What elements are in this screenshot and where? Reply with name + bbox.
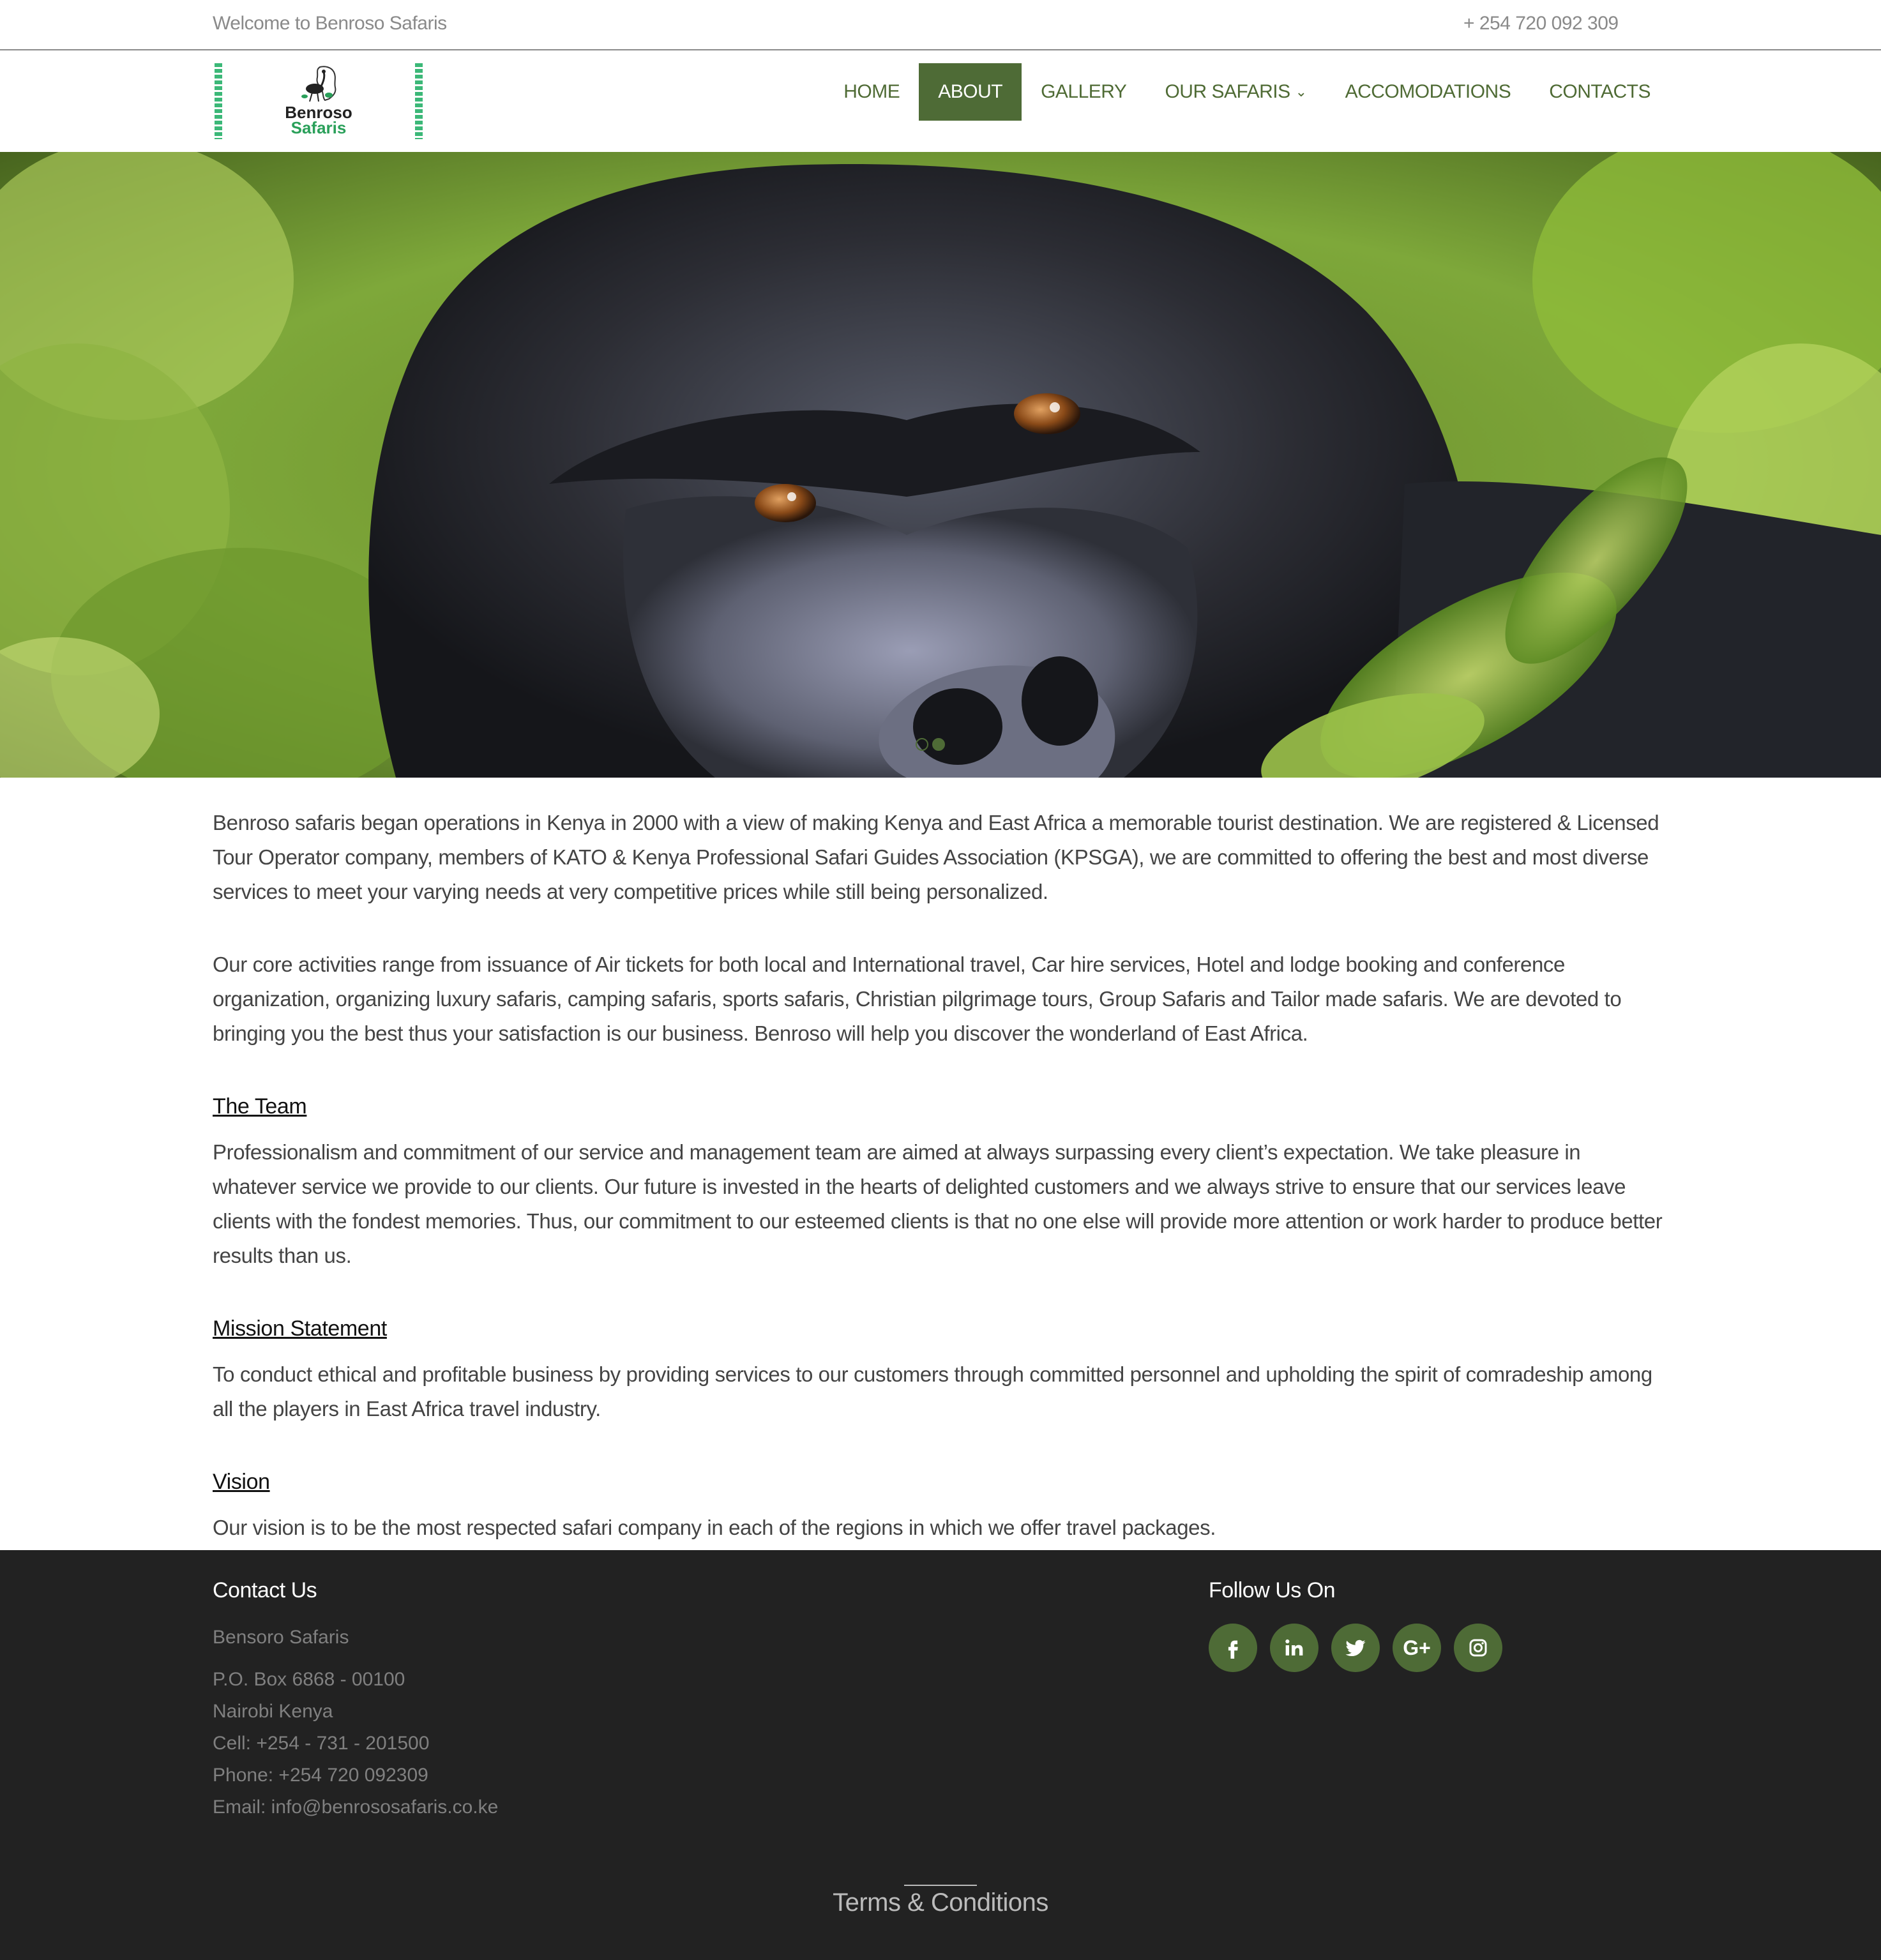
facebook-icon[interactable]	[1209, 1624, 1257, 1672]
top-bar: Welcome to Benroso Safaris + 254 720 092…	[0, 0, 1881, 50]
vision-heading: Vision	[213, 1470, 270, 1494]
intro-paragraph-1: Benroso safaris began operations in Keny…	[213, 811, 1659, 903]
contact-title: Contact Us	[213, 1578, 317, 1602]
team-heading: The Team	[213, 1094, 307, 1119]
top-phone[interactable]: + 254 720 092 309	[1463, 13, 1619, 34]
footer: Contact Us Bensoro Safaris P.O. Box 6868…	[0, 1550, 1881, 1960]
follow-title: Follow Us On	[1209, 1578, 1336, 1602]
mission-heading: Mission Statement	[213, 1316, 387, 1341]
phone-number: Phone: +254 720 092309	[213, 1765, 428, 1786]
nav-accomodations[interactable]: ACCOMODATIONS	[1326, 63, 1530, 121]
email-address[interactable]: Email: info@benrososafaris.co.ke	[213, 1791, 498, 1823]
carousel-dot-2[interactable]	[932, 738, 945, 751]
po-box: P.O. Box 6868 - 00100	[213, 1669, 405, 1690]
nav-our-safaris-label: OUR SAFARIS	[1165, 81, 1290, 102]
cell-number: Cell: +254 - 731 - 201500	[213, 1733, 430, 1754]
mission-paragraph: To conduct ethical and profitable busine…	[213, 1362, 1652, 1421]
instagram-icon[interactable]	[1454, 1624, 1502, 1672]
main-nav: HOME ABOUT GALLERY OUR SAFARIS ⌄ ACCOMODA…	[824, 63, 1670, 121]
google-plus-icon[interactable]: G+	[1393, 1624, 1441, 1672]
logo-line2: Safaris	[291, 118, 347, 137]
header: Benroso Safaris HOME ABOUT GALLERY OUR S…	[0, 52, 1881, 152]
hero-carousel	[0, 152, 1881, 778]
city: Nairobi Kenya	[213, 1701, 333, 1722]
terms-divider	[904, 1885, 977, 1886]
company-name: Bensoro Safaris	[213, 1627, 349, 1648]
carousel-dots	[916, 738, 945, 751]
nav-contacts[interactable]: CONTACTS	[1530, 63, 1670, 121]
welcome-text: Welcome to Benroso Safaris	[213, 13, 447, 34]
chevron-down-icon: ⌄	[1295, 84, 1307, 100]
nav-our-safaris[interactable]: OUR SAFARIS ⌄	[1145, 63, 1326, 121]
nav-home[interactable]: HOME	[824, 63, 919, 121]
hero-gorilla-image	[0, 152, 1881, 778]
contact-details: P.O. Box 6868 - 00100 Nairobi Kenya Cell…	[213, 1664, 498, 1823]
terms-link[interactable]: Terms & Conditions	[0, 1888, 1881, 1917]
intro-paragraph-2: Our core activities range from issuance …	[213, 953, 1622, 1045]
carousel-dot-1[interactable]	[916, 738, 928, 751]
team-paragraph: Professionalism and commitment of our se…	[213, 1140, 1663, 1267]
nav-about[interactable]: ABOUT	[919, 63, 1022, 121]
linkedin-icon[interactable]	[1270, 1624, 1318, 1672]
social-links: G+	[1209, 1624, 1502, 1672]
nav-gallery[interactable]: GALLERY	[1022, 63, 1145, 121]
about-content: Benroso safaris began operations in Keny…	[213, 806, 1668, 1545]
twitter-icon[interactable]	[1331, 1624, 1380, 1672]
logo[interactable]: Benroso Safaris	[213, 63, 425, 139]
vision-paragraph: Our vision is to be the most respected s…	[213, 1516, 1216, 1539]
